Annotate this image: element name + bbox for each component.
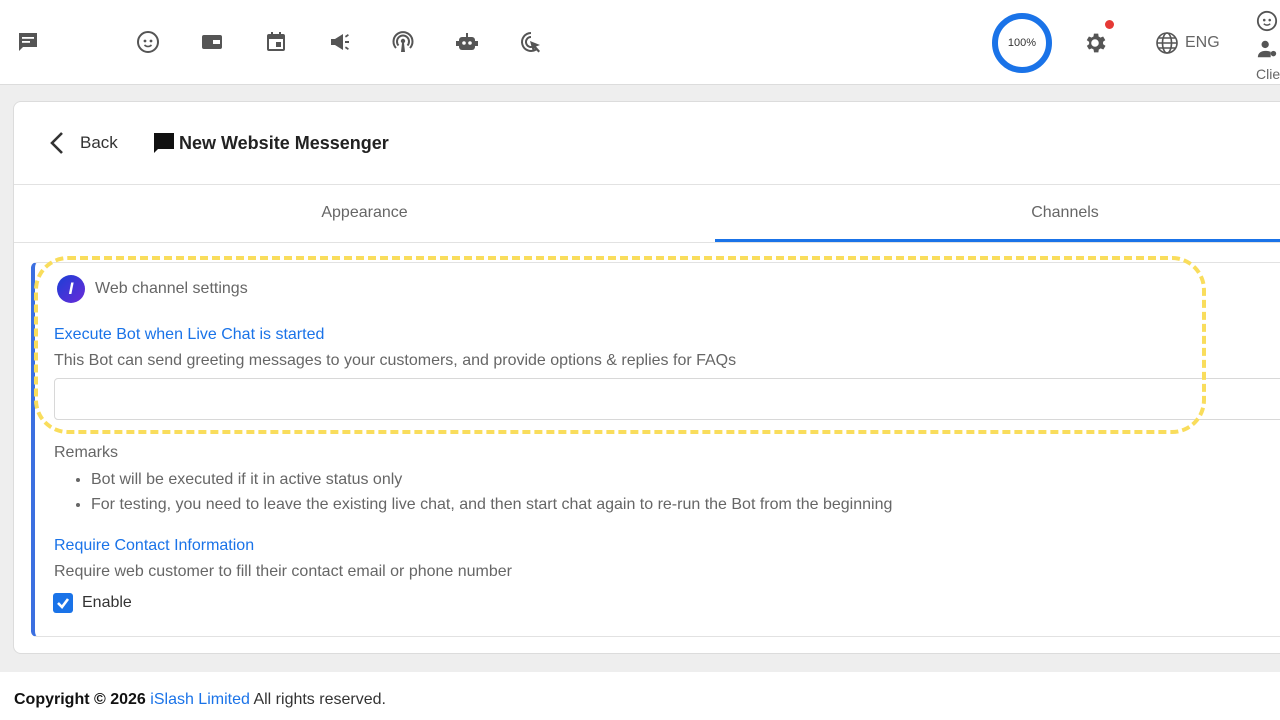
megaphone-icon[interactable] xyxy=(327,29,353,55)
client-menu[interactable]: Clie xyxy=(1256,10,1280,82)
customer-face-icon[interactable] xyxy=(135,29,161,55)
broadcast-icon[interactable] xyxy=(390,29,416,55)
client-label: Clie xyxy=(1256,66,1280,82)
enable-contact-checkbox[interactable] xyxy=(53,593,73,613)
copyright-label: Copyright © 2026 xyxy=(14,691,146,708)
quota-label: 100% xyxy=(1007,37,1037,49)
copyright-text: Copyright © 2026 iSlash Limited All righ… xyxy=(14,691,386,709)
checkmark-icon xyxy=(57,598,70,609)
execute-bot-description: This Bot can send greeting messages to y… xyxy=(54,352,737,369)
remark-item: For testing, you need to leave the exist… xyxy=(91,492,892,517)
rights-text: All rights reserved. xyxy=(253,691,386,708)
require-contact-title: Require Contact Information xyxy=(54,537,255,554)
tabs-divider xyxy=(14,242,1280,243)
page-title: New Website Messenger xyxy=(152,131,389,155)
remarks-label: Remarks xyxy=(54,444,119,461)
wallet-icon[interactable] xyxy=(199,29,225,55)
panel-title: Web channel settings xyxy=(95,280,248,297)
calendar-icon[interactable] xyxy=(263,29,289,55)
language-label: ENG xyxy=(1185,34,1220,51)
click-tracking-icon[interactable] xyxy=(518,29,544,55)
require-contact-description: Require web customer to fill their conta… xyxy=(54,563,512,580)
language-selector[interactable]: ENG xyxy=(1155,31,1220,55)
tab-channels[interactable]: Channels xyxy=(715,185,1280,241)
enable-label[interactable]: Enable xyxy=(82,594,132,612)
back-button[interactable]: Back xyxy=(48,131,118,155)
page-footer: Copyright © 2026 iSlash Limited All righ… xyxy=(0,672,1280,720)
chevron-left-icon xyxy=(50,132,63,154)
bot-icon[interactable] xyxy=(454,29,480,55)
bot-select-input[interactable] xyxy=(54,378,1280,420)
islash-logo: I xyxy=(57,275,85,303)
notification-dot xyxy=(1105,20,1114,29)
execute-bot-title: Execute Bot when Live Chat is started xyxy=(54,326,325,343)
settings-gear-icon[interactable] xyxy=(1082,30,1108,56)
tab-appearance[interactable]: Appearance xyxy=(14,185,715,241)
back-label: Back xyxy=(80,133,118,152)
remarks-list: Bot will be executed if it in active sta… xyxy=(54,467,892,517)
client-face-icon xyxy=(1256,10,1278,32)
globe-icon xyxy=(1156,32,1178,54)
company-link[interactable]: iSlash Limited xyxy=(150,691,250,708)
quota-usage-indicator[interactable]: 100% xyxy=(992,13,1052,73)
remark-item: Bot will be executed if it in active sta… xyxy=(91,467,892,492)
page-title-text: New Website Messenger xyxy=(179,132,389,153)
chat-icon[interactable] xyxy=(15,29,41,55)
top-navigation-bar: 100% ENG Clie xyxy=(0,0,1280,85)
user-settings-icon xyxy=(1257,40,1277,58)
messenger-icon xyxy=(154,133,174,153)
